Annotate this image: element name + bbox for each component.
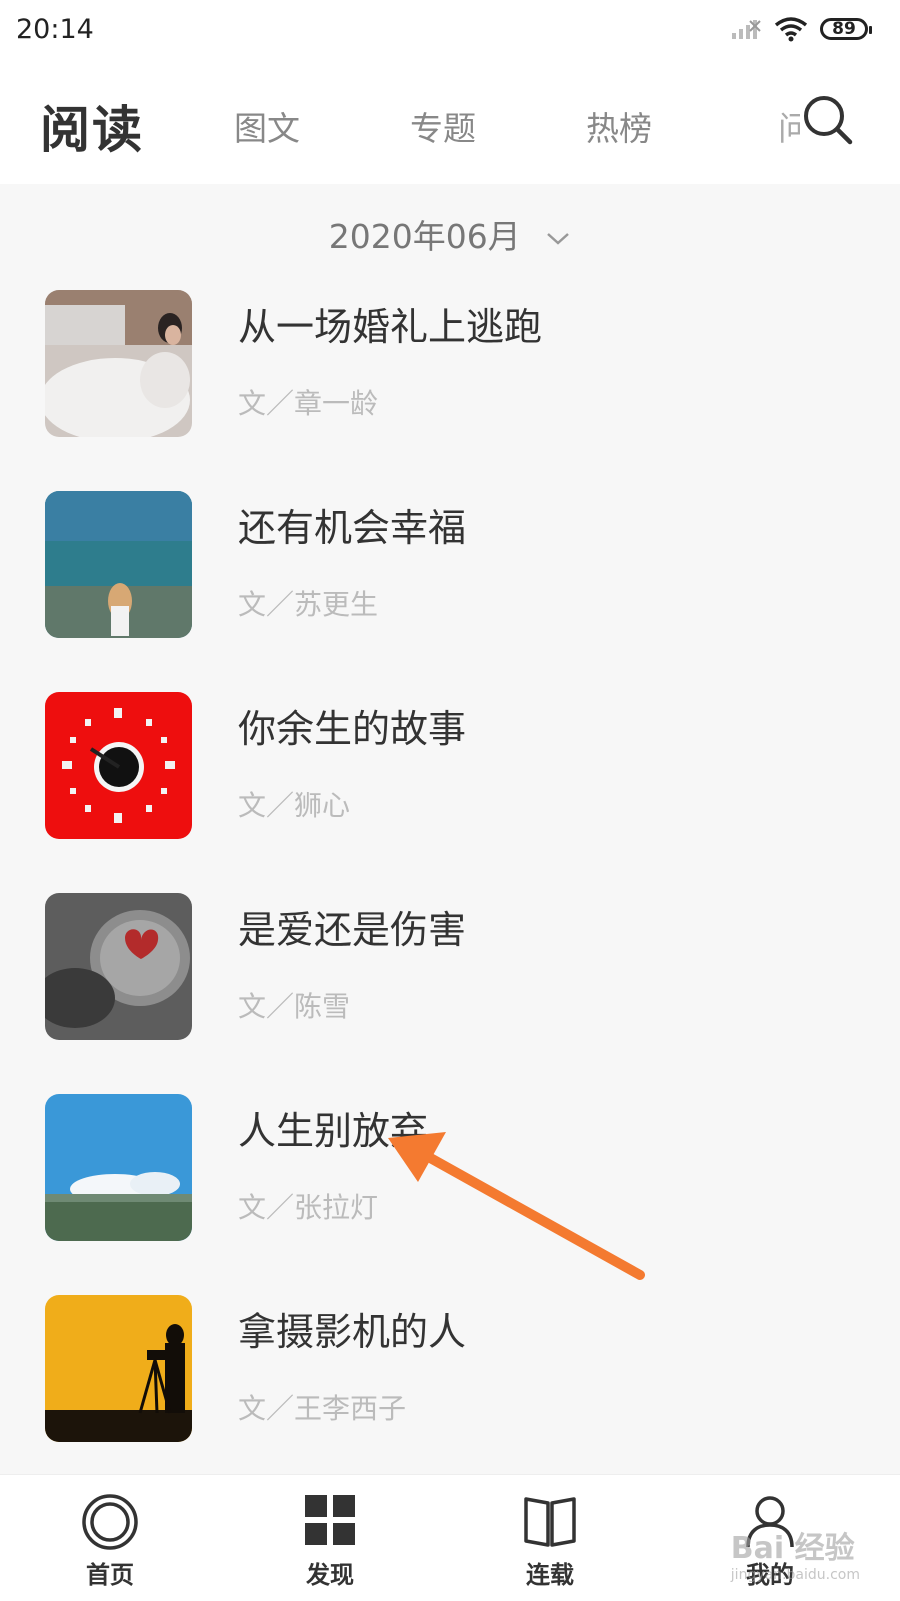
watermark-brand: Bai 经验 xyxy=(730,1531,855,1566)
article-title: 拿摄影机的人 xyxy=(238,1310,467,1354)
tab-hot-list[interactable]: 热榜 xyxy=(586,102,652,150)
article-item[interactable]: 拿摄影机的人 文／王李西子 xyxy=(0,1295,900,1445)
top-header: 阅读 图文 专题 热榜 问答 xyxy=(0,62,900,184)
status-time: 20:14 xyxy=(16,14,94,45)
article-author: 文／张拉灯 xyxy=(238,1191,379,1224)
article-title: 你余生的故事 xyxy=(238,707,467,751)
article-thumbnail xyxy=(45,893,192,1040)
nav-discover-label: 发现 xyxy=(306,1561,354,1589)
article-item[interactable]: 人生别放弃 文／张拉灯 xyxy=(0,1094,900,1244)
article-thumbnail xyxy=(45,692,192,839)
nav-serial[interactable]: 连载 xyxy=(470,1475,630,1601)
article-thumbnail xyxy=(45,1094,192,1241)
article-author: 文／章一龄 xyxy=(238,387,379,420)
article-item[interactable]: 是爱还是伤害 文／陈雪 xyxy=(0,893,900,1043)
article-thumbnail xyxy=(45,290,192,437)
nav-home[interactable]: 首页 xyxy=(30,1475,190,1601)
book-icon xyxy=(524,1497,576,1547)
article-title: 是爱还是伤害 xyxy=(238,908,467,952)
month-selector[interactable]: 2020年06月 xyxy=(0,210,900,258)
article-item[interactable]: 你余生的故事 文／狮心 xyxy=(0,692,900,842)
bottom-nav: 首页 发现 连载 我的 Bai 经验 jingyan.baidu.com xyxy=(0,1474,900,1601)
nav-home-label: 首页 xyxy=(86,1561,134,1589)
status-bar: 20:14 89 xyxy=(0,0,900,62)
nav-discover[interactable]: 发现 xyxy=(250,1475,410,1601)
article-title: 从一场婚礼上逃跑 xyxy=(238,305,543,349)
status-icons: 89 xyxy=(730,16,872,42)
article-title: 人生别放弃 xyxy=(238,1109,429,1153)
tab-image-text[interactable]: 图文 xyxy=(234,102,300,150)
tab-qa[interactable]: 问答 xyxy=(778,102,800,150)
wifi-icon xyxy=(774,17,808,42)
article-thumbnail xyxy=(45,1295,192,1442)
month-label: 2020年06月 xyxy=(328,217,521,256)
page-title: 阅读 xyxy=(40,101,144,159)
article-item[interactable]: 从一场婚礼上逃跑 文／章一龄 xyxy=(0,290,900,440)
watermark-url: jingyan.baidu.com xyxy=(730,1567,860,1583)
article-author: 文／苏更生 xyxy=(238,588,379,621)
chevron-down-icon xyxy=(547,232,570,245)
search-button[interactable] xyxy=(800,90,860,150)
grid-icon xyxy=(305,1495,355,1545)
search-icon xyxy=(804,96,853,145)
nav-serial-label: 连载 xyxy=(526,1561,574,1589)
home-circle-icon xyxy=(82,1494,138,1550)
article-author: 文／狮心 xyxy=(238,789,351,822)
article-thumbnail xyxy=(45,491,192,638)
signal-icon xyxy=(732,20,761,39)
battery-indicator: 89 xyxy=(820,18,872,40)
article-author: 文／陈雪 xyxy=(238,990,351,1023)
article-title: 还有机会幸福 xyxy=(238,506,467,550)
tab-topics[interactable]: 专题 xyxy=(410,102,476,150)
watermark: Bai 经验 jingyan.baidu.com xyxy=(731,1523,860,1583)
article-author: 文／王李西子 xyxy=(238,1392,407,1425)
article-item[interactable]: 还有机会幸福 文／苏更生 xyxy=(0,491,900,641)
